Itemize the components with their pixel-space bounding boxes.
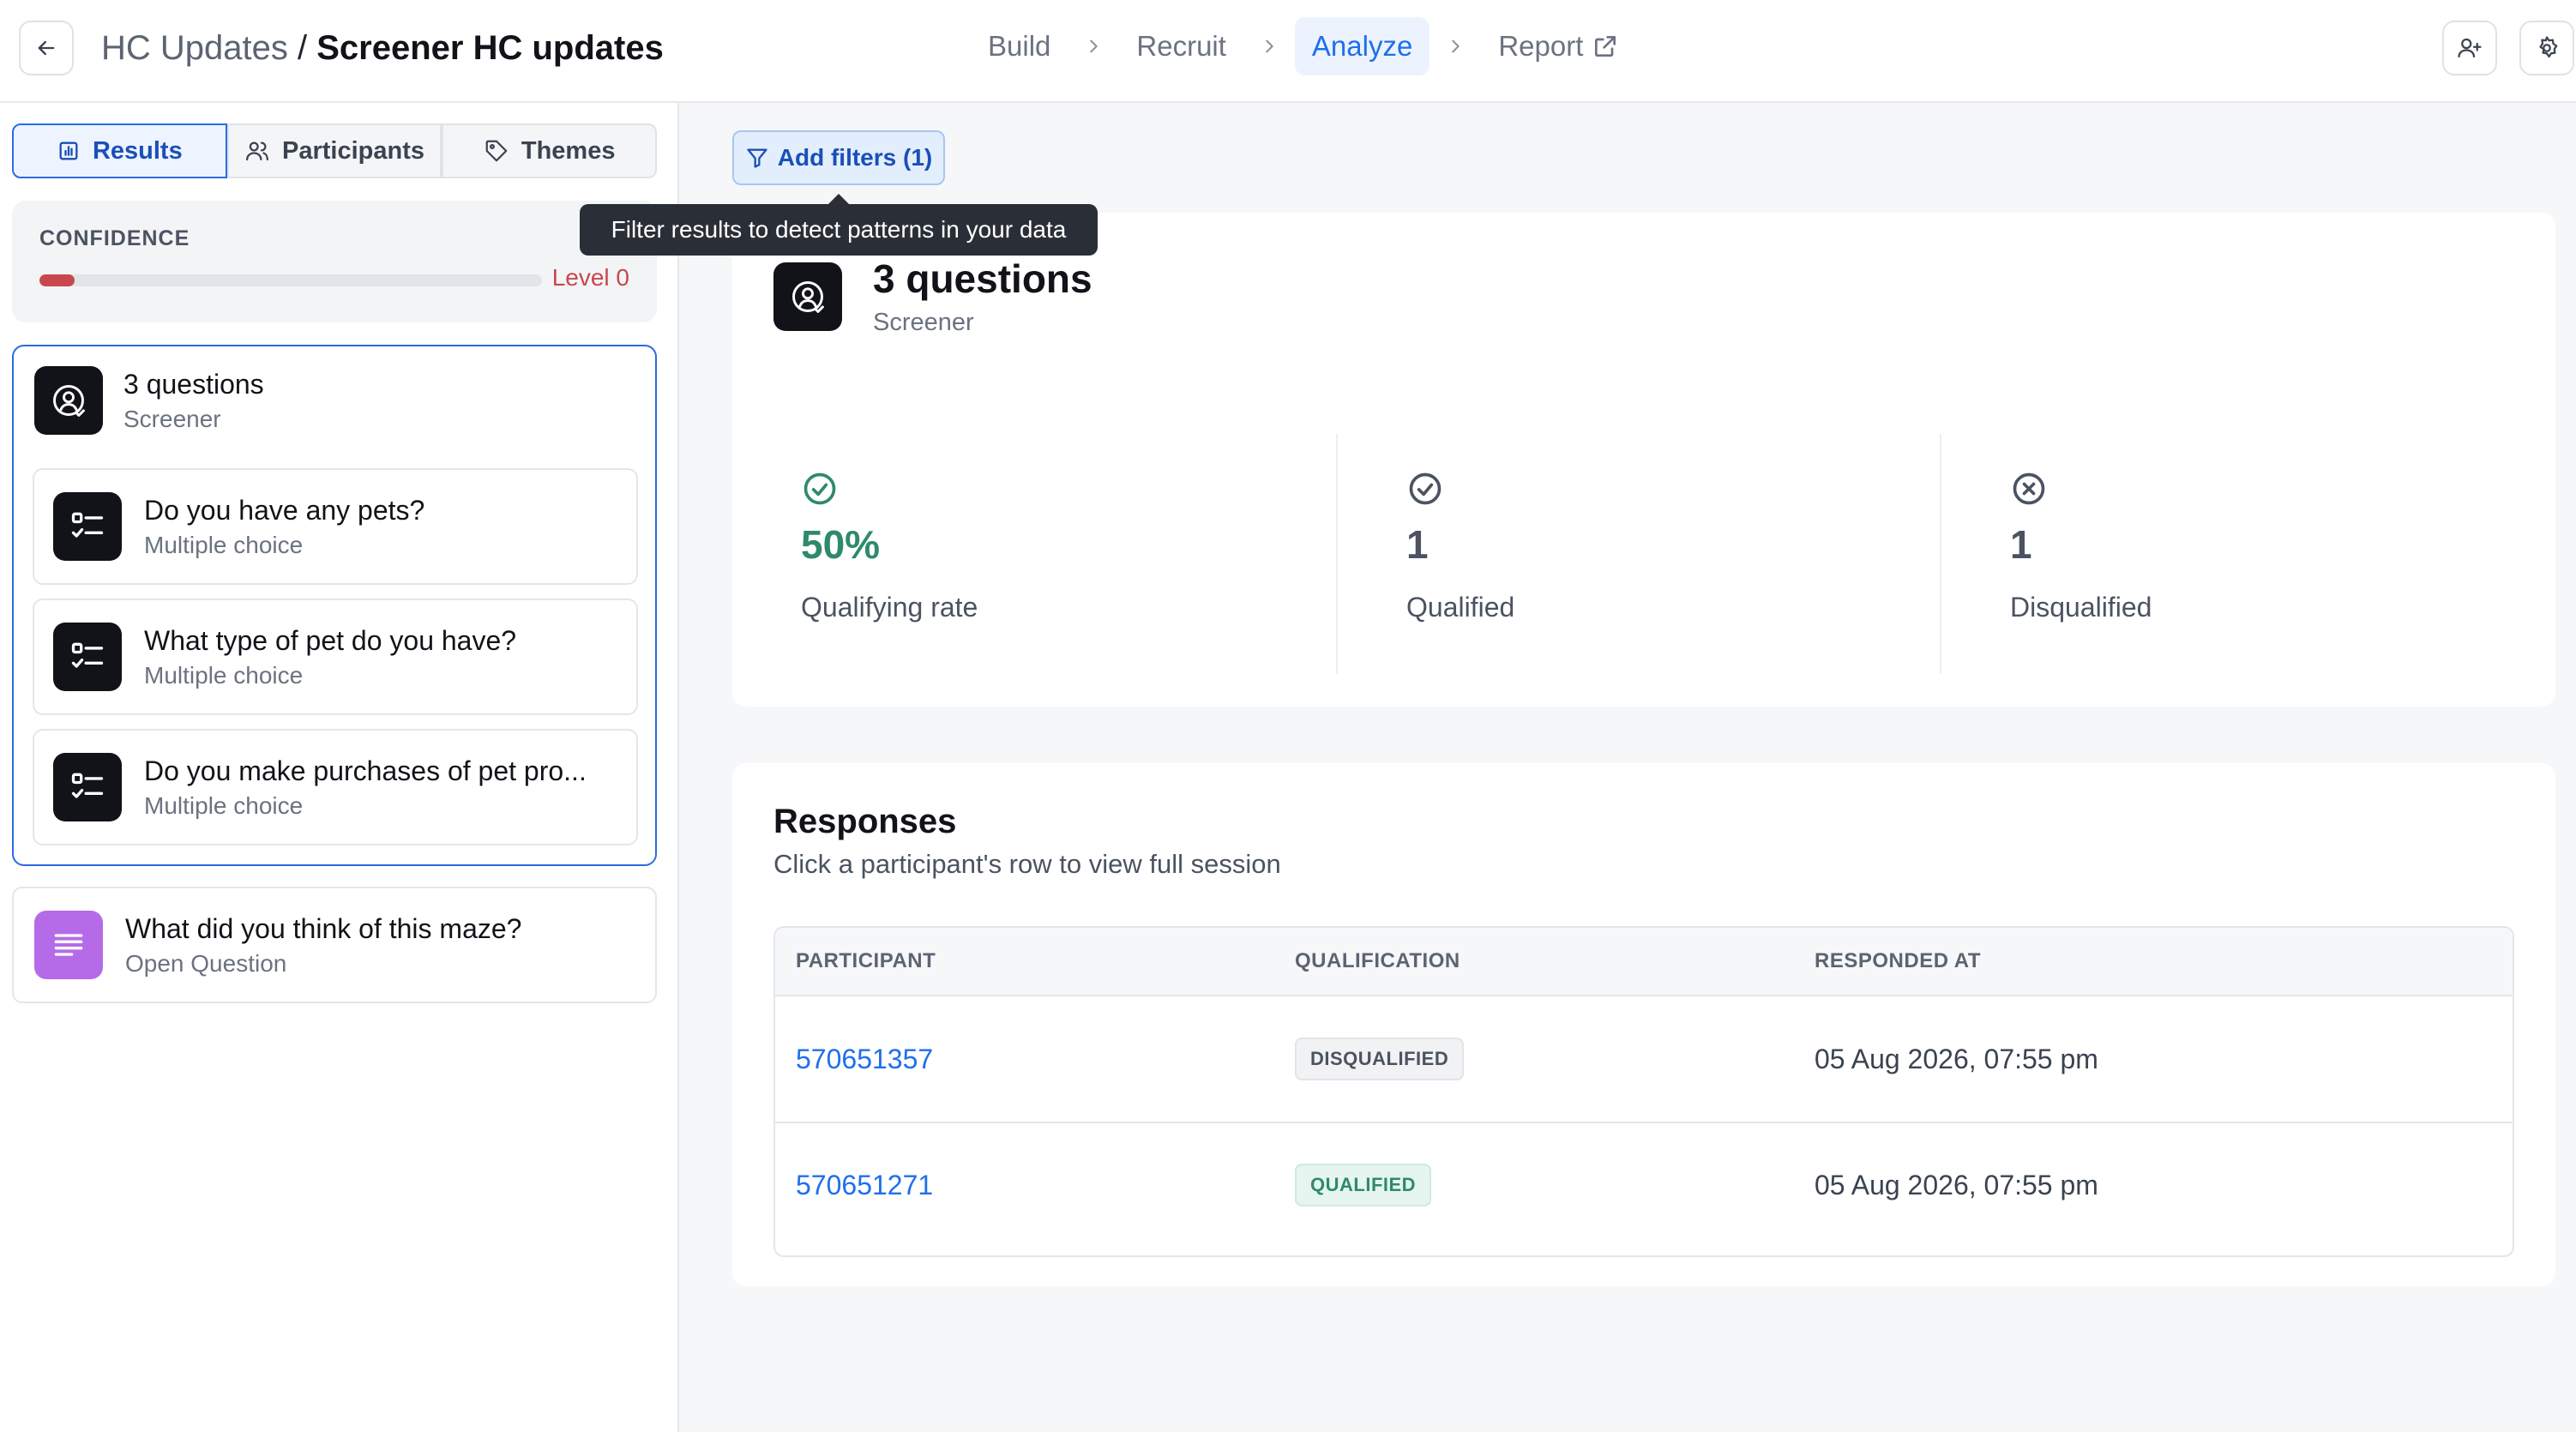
screener-subtitle: Screener [123, 405, 221, 432]
open-question-title: What did you think of this maze? [125, 912, 522, 944]
multiple-choice-icon [53, 753, 122, 821]
arrow-left-icon [38, 40, 55, 56]
qualifying-rate-value: 50% [801, 522, 881, 567]
confidence-meter [39, 274, 542, 286]
external-link-icon [1595, 36, 1616, 57]
screener-stats: 50% Qualifying rate 1 Qualified 1 Disqua… [732, 434, 2555, 674]
table-header: PARTICIPANT QUALIFICATION RESPONDED AT [775, 928, 2513, 996]
chevron-right-icon [1429, 37, 1481, 56]
question-title: Do you have any pets? [144, 494, 425, 526]
multiple-choice-icon [53, 623, 122, 691]
step-report[interactable]: Report [1481, 17, 1636, 75]
status-badge: QUALIFIED [1295, 1164, 1432, 1206]
column-participant: PARTICIPANT [796, 949, 936, 972]
tab-themes[interactable]: Themes [442, 123, 658, 178]
results-sidebar: Results Participants Themes CONFIDENCE L… [0, 103, 679, 1432]
chevron-right-icon [1068, 37, 1119, 56]
back-button[interactable] [19, 21, 74, 75]
participant-id-link[interactable]: 570651357 [796, 1044, 933, 1074]
question-type: Multiple choice [144, 791, 304, 819]
step-analyze[interactable]: Analyze [1294, 17, 1430, 75]
confidence-label: CONFIDENCE [39, 226, 190, 250]
stat-qualifying-rate: 50% Qualifying rate [732, 434, 1336, 674]
screener-icon [34, 366, 103, 435]
screener-title: 3 questions [123, 368, 264, 400]
responses-subtitle: Click a participant's row to view full s… [773, 849, 1281, 879]
overview-header: 3 questions Screener [773, 256, 1092, 337]
check-circle-icon [1409, 472, 1441, 505]
x-circle-icon [2013, 472, 2045, 505]
qualified-value: 1 [1406, 522, 1429, 567]
step-recruit[interactable]: Recruit [1119, 17, 1243, 75]
responded-at: 05 Aug 2026, 07:55 pm [1815, 1043, 2098, 1074]
participant-id-link[interactable]: 570651271 [796, 1170, 933, 1200]
question-title: Do you make purchases of pet pro... [144, 755, 587, 786]
settings-button[interactable] [2519, 21, 2574, 75]
disqualified-label: Disqualified [2010, 592, 2152, 623]
add-filters-label: Add filters (1) [777, 144, 933, 171]
open-question-icon [34, 911, 103, 979]
screener-block[interactable]: 3 questions Screener Do you have any pet… [12, 345, 657, 866]
chevron-right-icon [1243, 37, 1295, 56]
bar-chart-icon [59, 141, 78, 160]
step-analyze-label: Analyze [1311, 30, 1413, 62]
responded-at: 05 Aug 2026, 07:55 pm [1815, 1169, 2098, 1200]
responses-table: PARTICIPANT QUALIFICATION RESPONDED AT 5… [773, 926, 2514, 1257]
overview-subtitle: Screener [873, 309, 974, 336]
overview-title: 3 questions [873, 256, 1092, 301]
qualified-label: Qualified [1406, 592, 1515, 623]
step-recruit-label: Recruit [1136, 30, 1226, 62]
stat-qualified: 1 Qualified [1336, 434, 1940, 674]
column-responded-at: RESPONDED AT [1815, 949, 1982, 972]
table-row[interactable]: 570651271 QUALIFIED 05 Aug 2026, 07:55 p… [775, 1122, 2513, 1247]
responses-card: Responses Click a participant's row to v… [732, 763, 2555, 1286]
add-filters-button[interactable]: Add filters (1) [732, 130, 945, 185]
question-card[interactable]: Do you have any pets? Multiple choice [33, 468, 638, 585]
top-header: HC Updates / Screener HC updates Build R… [0, 0, 2576, 103]
open-question-type: Open Question [125, 949, 287, 977]
screener-overview-card: 3 questions Screener 50% Qualifying rate… [732, 213, 2555, 707]
gear-icon [2539, 36, 2558, 58]
question-card[interactable]: What type of pet do you have? Multiple c… [33, 599, 638, 715]
title-separator: / [287, 29, 317, 67]
confidence-level: Level 0 [551, 264, 629, 291]
multiple-choice-icon [53, 492, 122, 561]
question-type: Multiple choice [144, 661, 304, 689]
open-question-card[interactable]: What did you think of this maze? Open Qu… [12, 887, 657, 1003]
filter-icon [747, 148, 767, 168]
step-build[interactable]: Build [971, 17, 1068, 75]
confidence-meter-fill [39, 274, 75, 286]
screener-header[interactable]: 3 questions Screener [34, 365, 264, 436]
filter-tooltip: Filter results to detect patterns in you… [580, 194, 1098, 256]
step-build-label: Build [988, 30, 1051, 62]
tag-icon [485, 140, 508, 162]
question-title: What type of pet do you have? [144, 624, 517, 656]
status-badge: DISQUALIFIED [1295, 1038, 1465, 1080]
project-name[interactable]: HC Updates [101, 29, 288, 67]
disqualified-value: 1 [2010, 522, 2032, 567]
sidebar-tabs: Results Participants Themes [12, 123, 658, 178]
confidence-card: CONFIDENCE Level 0 [12, 201, 657, 322]
column-qualification: QUALIFICATION [1295, 949, 1460, 972]
workflow-steps: Build Recruit Analyze Report [971, 17, 1636, 75]
question-type: Multiple choice [144, 531, 304, 558]
tab-themes-label: Themes [521, 136, 616, 165]
screener-icon [773, 262, 842, 331]
tab-results[interactable]: Results [12, 123, 227, 178]
step-report-label: Report [1498, 30, 1584, 62]
users-icon [246, 141, 268, 161]
tab-participants-label: Participants [282, 136, 424, 165]
check-circle-icon [803, 472, 836, 505]
tab-results-label: Results [92, 136, 183, 165]
qualifying-rate-label: Qualifying rate [801, 592, 978, 623]
stat-disqualified: 1 Disqualified [1940, 434, 2543, 674]
table-row[interactable]: 570651357 DISQUALIFIED 05 Aug 2026, 07:5… [775, 996, 2513, 1122]
question-card[interactable]: Do you make purchases of pet pro... Mult… [33, 729, 638, 845]
tab-participants[interactable]: Participants [226, 123, 442, 178]
responses-title: Responses [773, 803, 957, 840]
page-title: HC Updates / Screener HC updates [101, 24, 664, 72]
invite-user-button[interactable] [2442, 21, 2497, 75]
study-name: Screener HC updates [316, 29, 664, 67]
user-plus-icon [2458, 38, 2482, 58]
